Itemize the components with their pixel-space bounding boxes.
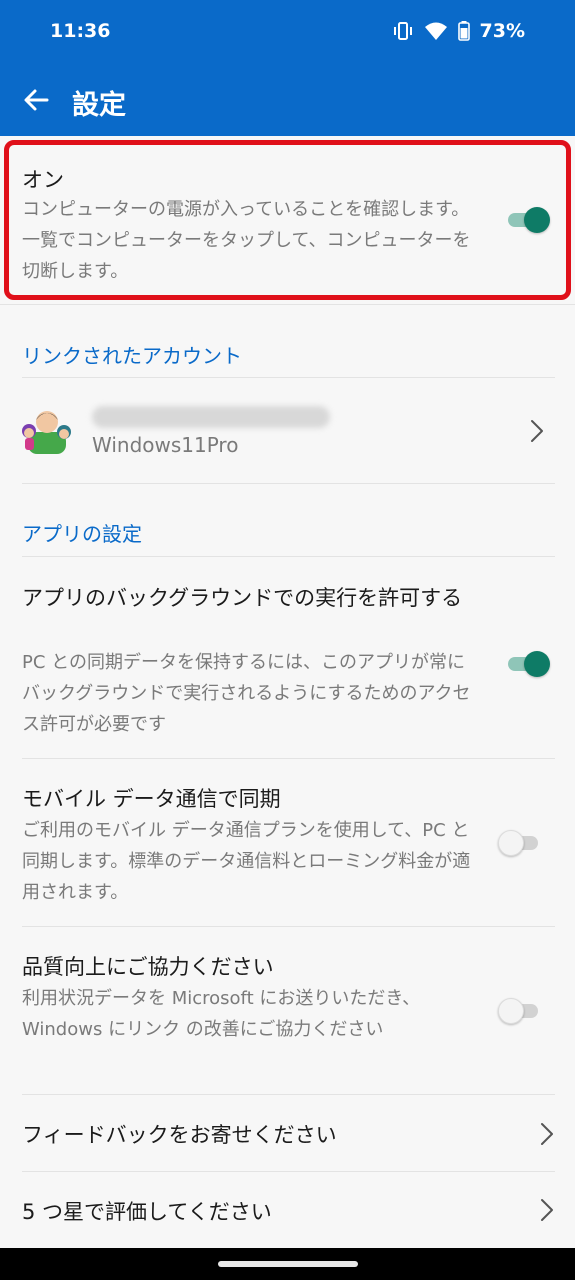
status-bar: 11:36 73% <box>0 0 575 66</box>
status-time: 11:36 <box>50 20 111 42</box>
divider <box>22 483 555 484</box>
divider <box>0 304 575 305</box>
settings-content: オン コンピューターの電源が入っていることを確認します。一覧でコンピューターをタ… <box>0 136 575 1248</box>
account-device-name: Windows11Pro <box>92 433 239 457</box>
linked-accounts-header: リンクされたアカウント <box>22 344 242 368</box>
setting-description: ご利用のモバイル データ通信プランを使用して、PC と同期します。標準のデータ通… <box>22 820 471 903</box>
setting-title: 品質向上にご協力ください <box>22 955 274 979</box>
app-settings-header: アプリの設定 <box>22 522 142 546</box>
quality-improvement-toggle[interactable] <box>498 998 542 1024</box>
setting-quality-improvement[interactable]: 品質向上にご協力ください 利用状況データを Microsoft にお送りいただき… <box>0 927 575 1095</box>
toggle-thumb <box>524 651 550 677</box>
linked-account-row[interactable] <box>0 378 575 484</box>
mobile-data-toggle[interactable] <box>498 830 542 856</box>
battery-percent: 73% <box>479 20 525 42</box>
chevron-right-icon <box>541 1199 553 1221</box>
setting-title: アプリのバックグラウンドでの実行を許可する <box>22 586 463 610</box>
background-run-toggle[interactable] <box>506 651 550 677</box>
setting-description: PC との同期データを保持するには、このアプリが常にバックグラウンドで実行される… <box>22 652 471 735</box>
arrow-back-icon[interactable] <box>20 84 52 116</box>
wifi-icon <box>424 22 447 40</box>
rate-app-label: 5 つ星で評価してください <box>22 1200 272 1224</box>
chevron-right-icon <box>541 1123 553 1145</box>
highlight-box <box>4 140 571 300</box>
app-bar: 設定 <box>0 66 575 136</box>
setting-background-run[interactable]: アプリのバックグラウンドでの実行を許可する PC との同期データを保持するには、… <box>0 557 575 759</box>
battery-icon <box>457 21 470 41</box>
avatar <box>22 411 71 454</box>
vibrate-icon <box>393 22 412 40</box>
toggle-thumb <box>498 830 524 856</box>
setting-description: 利用状況データを Microsoft にお送りいただき、Windows にリンク… <box>22 988 421 1040</box>
toggle-thumb <box>498 998 524 1024</box>
setting-mobile-data-sync[interactable]: モバイル データ通信で同期 ご利用のモバイル データ通信プランを使用して、PC … <box>0 759 575 927</box>
setting-title: モバイル データ通信で同期 <box>22 787 281 811</box>
chevron-right-icon <box>531 420 543 442</box>
feedback-label: フィードバックをお寄せください <box>22 1123 337 1147</box>
status-icons: 73% <box>392 20 525 42</box>
home-gesture-handle[interactable] <box>218 1261 358 1267</box>
account-email-redacted <box>92 406 330 428</box>
feedback-row[interactable]: フィードバックをお寄せください <box>0 1095 575 1171</box>
system-navigation-bar <box>0 1248 575 1280</box>
rate-app-row[interactable]: 5 つ星で評価してください <box>0 1172 575 1248</box>
page-title: 設定 <box>72 90 126 121</box>
